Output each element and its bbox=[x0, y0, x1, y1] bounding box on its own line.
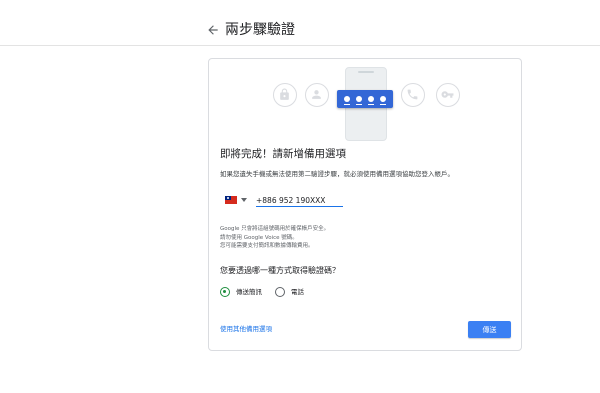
send-button[interactable]: 傳送 bbox=[468, 321, 511, 338]
arrow-back-icon[interactable] bbox=[206, 23, 220, 37]
note-line: 您可能需要支付簡訊和數據傳輸費用。 bbox=[220, 243, 314, 249]
call-label: 電話 bbox=[291, 288, 304, 296]
lock-icon bbox=[273, 83, 297, 107]
person-icon bbox=[305, 83, 329, 107]
taiwan-flag-icon[interactable] bbox=[225, 196, 237, 204]
sms-label: 傳送簡訊 bbox=[236, 288, 262, 296]
sms-radio[interactable] bbox=[220, 287, 230, 297]
phone-handset-icon bbox=[401, 83, 425, 107]
note-line: Google 只會將這組號碼用於確保帳戶安全。 bbox=[220, 226, 330, 232]
delivery-question: 您要透過哪一種方式取得驗證碼？ bbox=[220, 266, 340, 275]
country-dropdown-icon[interactable] bbox=[241, 198, 247, 202]
key-icon bbox=[436, 83, 460, 107]
phone-notes: Google 只會將這組號碼用於確保帳戶安全。 請勿使用 Google Voic… bbox=[220, 225, 329, 251]
phone-number-input[interactable] bbox=[256, 194, 343, 207]
hero-illustration bbox=[209, 59, 521, 143]
call-radio[interactable] bbox=[275, 287, 285, 297]
page-title: 兩步驟驗證 bbox=[225, 22, 295, 38]
top-bar bbox=[0, 0, 600, 46]
verification-code-icon bbox=[337, 90, 393, 108]
note-line: 請勿使用 Google Voice 號碼。 bbox=[220, 234, 298, 241]
setup-card: 即將完成！請新增備用選項 如果您遺失手機或無法使用第二驗證步驟，就必須使用備用選… bbox=[208, 58, 522, 351]
card-heading: 即將完成！請新增備用選項 bbox=[220, 148, 346, 160]
other-option-link[interactable]: 使用其他備用選項 bbox=[220, 325, 272, 334]
card-description: 如果您遺失手機或無法使用第二驗證步驟，就必須使用備用選項協助您登入帳戶。 bbox=[220, 170, 454, 178]
